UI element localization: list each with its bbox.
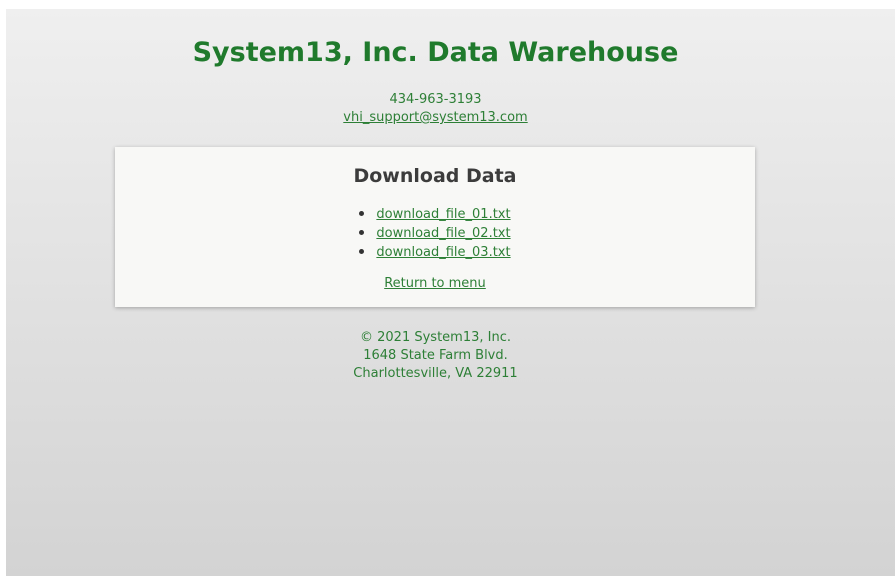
list-item: download_file_03.txt xyxy=(115,243,755,262)
download-file-01-link[interactable]: download_file_01.txt xyxy=(376,207,510,222)
panel-title: Download Data xyxy=(353,165,517,187)
contact-info: 434-963-3193 vhi_support@system13.com xyxy=(6,91,865,127)
copyright-text: © 2021 System13, Inc. xyxy=(360,330,511,345)
file-list: download_file_01.txt download_file_02.tx… xyxy=(115,205,755,262)
download-file-03-link[interactable]: download_file_03.txt xyxy=(376,245,510,260)
download-file-02-link[interactable]: download_file_02.txt xyxy=(376,226,510,241)
page-background: System13, Inc. Data Warehouse 434-963-31… xyxy=(6,9,895,576)
page-title: System13, Inc. Data Warehouse xyxy=(192,37,679,68)
address-line-2: Charlottesville, VA 22911 xyxy=(353,366,518,381)
list-item: download_file_02.txt xyxy=(115,224,755,243)
return-link-container: Return to menu xyxy=(115,275,755,293)
return-to-menu-link[interactable]: Return to menu xyxy=(384,276,486,291)
address-line-1: 1648 State Farm Blvd. xyxy=(363,348,508,363)
footer: © 2021 System13, Inc. 1648 State Farm Bl… xyxy=(6,329,865,383)
download-panel: Download Data download_file_01.txt downl… xyxy=(115,147,755,307)
list-item: download_file_01.txt xyxy=(115,205,755,224)
bullet-icon xyxy=(359,211,365,216)
bullet-icon xyxy=(359,230,365,235)
support-email-link[interactable]: vhi_support@system13.com xyxy=(343,110,527,125)
bullet-icon xyxy=(359,249,365,254)
phone-number: 434-963-3193 xyxy=(389,92,482,107)
